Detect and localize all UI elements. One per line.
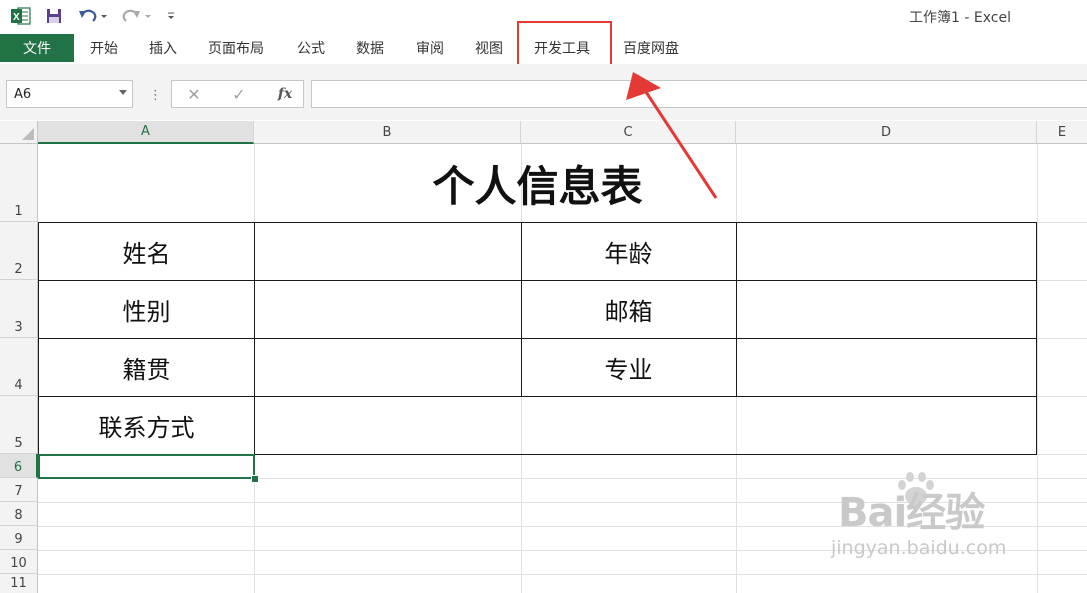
column-header-d[interactable]: D [736, 121, 1037, 144]
label-email[interactable]: 邮箱 [521, 280, 737, 339]
enter-icon[interactable]: ✓ [227, 81, 251, 107]
label-major[interactable]: 专业 [521, 338, 737, 397]
row-header-5[interactable]: 5 [0, 396, 38, 454]
row-header-7[interactable]: 7 [0, 478, 38, 502]
label-hometown[interactable]: 籍贯 [38, 338, 255, 397]
sheet-title[interactable]: 个人信息表 [38, 144, 1037, 222]
tab-baidu-netdisk[interactable]: 百度网盘 [623, 34, 679, 62]
undo-icon[interactable] [78, 6, 108, 26]
excel-logo-icon[interactable]: X [10, 6, 32, 26]
insert-function-icon[interactable]: fx [271, 81, 299, 107]
select-all-corner[interactable] [0, 121, 38, 144]
row-header-8[interactable]: 8 [0, 502, 38, 526]
tab-page-layout[interactable]: 页面布局 [208, 34, 264, 62]
row-header-3[interactable]: 3 [0, 280, 38, 338]
row-header-6[interactable]: 6 [0, 454, 38, 478]
tab-home[interactable]: 开始 [90, 34, 118, 62]
gridline [38, 502, 1087, 503]
active-cell-a6[interactable] [38, 454, 255, 479]
value-gender[interactable] [254, 280, 522, 339]
fill-handle[interactable] [251, 475, 259, 483]
formula-bar: A6 ⋮ ✕ ✓ fx [0, 64, 1087, 120]
gridline [38, 550, 1087, 551]
value-name[interactable] [254, 222, 522, 281]
row-header-1[interactable]: 1 [0, 144, 38, 222]
formula-bar-grip-icon[interactable]: ⋮ [149, 88, 162, 103]
tab-file[interactable]: 文件 [0, 34, 74, 62]
row-header-4[interactable]: 4 [0, 338, 38, 396]
row-header-2[interactable]: 2 [0, 222, 38, 280]
gridline [1037, 338, 1087, 339]
gridline [1037, 222, 1087, 223]
baidu-jingyan-watermark: Bai经验 jingyan.baidu.com [831, 472, 1028, 572]
column-header-b[interactable]: B [254, 121, 521, 144]
tab-data[interactable]: 数据 [356, 34, 384, 62]
name-box-dropdown-icon[interactable] [119, 90, 127, 95]
label-age[interactable]: 年龄 [521, 222, 737, 281]
value-major[interactable] [736, 338, 1037, 397]
column-header-c[interactable]: C [521, 121, 736, 144]
name-box-value: A6 [14, 86, 32, 102]
tab-insert[interactable]: 插入 [149, 34, 177, 62]
redo-icon[interactable] [121, 6, 153, 26]
tab-review[interactable]: 审阅 [416, 34, 444, 62]
gridline [38, 574, 1087, 575]
row-header-11[interactable]: 11 [0, 574, 38, 593]
column-header-e[interactable]: E [1037, 121, 1087, 144]
save-icon[interactable] [44, 6, 64, 26]
formula-input[interactable] [311, 80, 1087, 108]
customize-toolbar-icon[interactable] [164, 6, 178, 26]
watermark-url: jingyan.baidu.com [831, 537, 1007, 559]
value-contact[interactable] [254, 396, 1037, 455]
name-box[interactable]: A6 [6, 80, 133, 108]
row-header-9[interactable]: 9 [0, 526, 38, 550]
row-header-10[interactable]: 10 [0, 550, 38, 574]
gridline [1037, 396, 1087, 397]
column-header-a[interactable]: A [38, 121, 254, 144]
cancel-icon[interactable]: ✕ [182, 81, 206, 107]
watermark-brand: Bai经验 [838, 490, 985, 536]
formula-buttons: ✕ ✓ fx [171, 80, 304, 108]
window-title: 工作簿1 - Excel [909, 10, 1011, 26]
value-age[interactable] [736, 222, 1037, 281]
value-email[interactable] [736, 280, 1037, 339]
tab-developer[interactable]: 开发工具 [534, 34, 590, 62]
label-gender[interactable]: 性别 [38, 280, 255, 339]
gridline [1037, 280, 1087, 281]
gridline [38, 526, 1087, 527]
value-hometown[interactable] [254, 338, 522, 397]
ribbon-tabs: 文件 开始 插入 页面布局 公式 数据 审阅 视图 开发工具 百度网盘 [0, 32, 1087, 64]
title-bar: X 工作簿1 - Excel [0, 0, 1087, 32]
label-name[interactable]: 姓名 [38, 222, 255, 281]
svg-text:X: X [13, 12, 20, 23]
gridline [1037, 454, 1087, 455]
tab-view[interactable]: 视图 [475, 34, 503, 62]
tab-formulas[interactable]: 公式 [297, 34, 325, 62]
label-contact[interactable]: 联系方式 [38, 396, 255, 455]
